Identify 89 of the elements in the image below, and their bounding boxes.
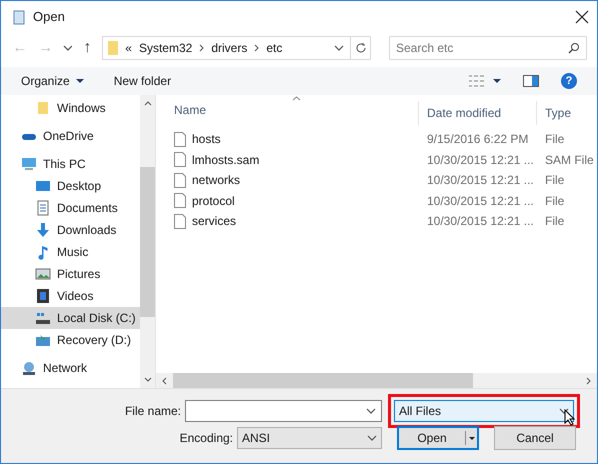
caret-icon[interactable] bbox=[493, 79, 501, 83]
date-cell-text: 10/30/2015 12:21 ... bbox=[426, 192, 535, 210]
nav-item[interactable]: Recovery (D:) bbox=[1, 329, 140, 351]
date-cell-text: 10/30/2015 12:21 ... bbox=[426, 172, 535, 190]
up-button[interactable]: ↑ bbox=[80, 36, 94, 60]
chevron-right-icon bbox=[254, 44, 260, 52]
file-icon bbox=[174, 214, 186, 229]
chevron-down-icon bbox=[334, 45, 344, 51]
nav-item[interactable]: Network bbox=[1, 357, 140, 379]
window-title: Open bbox=[33, 8, 65, 26]
encoding-dropdown[interactable]: ANSI bbox=[237, 427, 382, 449]
preview-pane-icon[interactable] bbox=[523, 75, 539, 87]
film-icon bbox=[35, 288, 51, 304]
search-field[interactable]: Search etc bbox=[389, 36, 587, 60]
nav-item[interactable]: Downloads bbox=[1, 219, 140, 241]
nav-item[interactable]: OneDrive bbox=[1, 125, 140, 147]
drive-icon bbox=[35, 332, 51, 348]
file-name-cell[interactable]: hosts bbox=[156, 130, 418, 148]
column-header[interactable]: Date modified bbox=[418, 101, 536, 125]
nav-item[interactable]: Local Disk (C:) bbox=[1, 307, 140, 329]
type-cell-text: File bbox=[544, 172, 566, 190]
new-folder-button[interactable]: New folder bbox=[114, 72, 172, 90]
caret-icon bbox=[468, 436, 474, 440]
file-icon bbox=[174, 193, 186, 208]
organize-button[interactable]: Organize bbox=[21, 72, 84, 90]
chevron-down-icon bbox=[367, 435, 377, 441]
folder-icon bbox=[107, 40, 120, 56]
monitor-icon bbox=[35, 178, 51, 194]
breadcrumb[interactable]: etc bbox=[266, 39, 282, 57]
date-cell-text: 10/30/2015 12:21 ... bbox=[426, 213, 535, 230]
scroll-thumb[interactable] bbox=[140, 166, 155, 316]
picture-icon bbox=[35, 266, 51, 282]
type-cell-text: File bbox=[544, 192, 566, 210]
search-icon bbox=[568, 42, 580, 54]
open-button[interactable]: Open bbox=[397, 426, 479, 450]
nav-item[interactable]: Windows bbox=[1, 97, 140, 119]
close-icon[interactable] bbox=[575, 10, 589, 24]
nav-item[interactable]: Documents bbox=[1, 197, 140, 219]
chevron-down-icon bbox=[559, 408, 569, 414]
nav-item[interactable]: Pictures bbox=[1, 263, 140, 285]
file-name-field[interactable] bbox=[185, 400, 382, 422]
chevron-right-icon bbox=[199, 44, 204, 52]
sort-ascending-icon bbox=[292, 96, 301, 101]
cancel-button[interactable]: Cancel bbox=[494, 426, 576, 450]
file-name-cell[interactable]: networks bbox=[156, 171, 418, 190]
notepad-icon bbox=[11, 9, 27, 25]
refresh-icon[interactable] bbox=[354, 42, 366, 54]
file-icon bbox=[174, 152, 186, 168]
caret-icon bbox=[76, 79, 84, 83]
nav-item[interactable]: Videos bbox=[1, 285, 140, 307]
monitor-icon bbox=[21, 156, 37, 172]
file-name-label: File name: bbox=[124, 403, 182, 420]
breadcrumb[interactable]: System32 bbox=[138, 39, 192, 57]
date-cell-text: 9/15/2016 6:22 PM bbox=[426, 131, 530, 148]
overflow-chevron[interactable]: « bbox=[125, 39, 132, 57]
chevron-down-icon bbox=[366, 408, 376, 414]
file-name-cell[interactable]: services bbox=[156, 212, 418, 230]
type-cell-text: File bbox=[544, 131, 566, 148]
recent-locations-icon bbox=[62, 45, 72, 51]
scroll-left-icon[interactable] bbox=[162, 376, 167, 384]
column-header[interactable]: Name bbox=[156, 95, 418, 125]
scroll-right-icon[interactable] bbox=[586, 376, 591, 384]
type-cell-text: SAM File bbox=[544, 152, 595, 169]
type-cell-text: File bbox=[544, 213, 566, 230]
horizontal-scrollbar[interactable] bbox=[156, 373, 597, 388]
document-icon bbox=[35, 200, 51, 216]
drive-icon bbox=[35, 310, 51, 326]
nav-item[interactable]: Desktop bbox=[1, 175, 140, 197]
date-cell-text: 10/30/2015 12:21 ... bbox=[426, 152, 535, 169]
network-icon bbox=[21, 360, 37, 376]
file-icon bbox=[174, 172, 186, 188]
scroll-up-icon[interactable] bbox=[144, 101, 152, 106]
file-name-cell[interactable]: protocol bbox=[156, 192, 418, 210]
file-icon bbox=[174, 132, 186, 147]
mouse-pointer-icon bbox=[564, 409, 575, 426]
scroll-down-icon[interactable] bbox=[144, 377, 152, 382]
nav-item[interactable]: This PC bbox=[1, 153, 140, 175]
address-bar[interactable]: « System32 drivers etc bbox=[102, 36, 371, 60]
file-name-cell[interactable]: lmhosts.sam bbox=[156, 150, 418, 169]
vertical-scrollbar[interactable] bbox=[140, 95, 155, 388]
view-options-icon[interactable] bbox=[469, 75, 485, 87]
folder-icon bbox=[35, 100, 51, 116]
nav-item[interactable]: Music bbox=[1, 241, 140, 263]
breadcrumb[interactable]: drivers bbox=[211, 39, 248, 57]
scroll-thumb[interactable] bbox=[173, 373, 473, 388]
column-header[interactable]: Type bbox=[536, 101, 597, 125]
down-arrow-icon bbox=[35, 222, 51, 238]
encoding-label: Encoding: bbox=[178, 430, 234, 447]
help-button[interactable]: ? bbox=[561, 73, 577, 89]
